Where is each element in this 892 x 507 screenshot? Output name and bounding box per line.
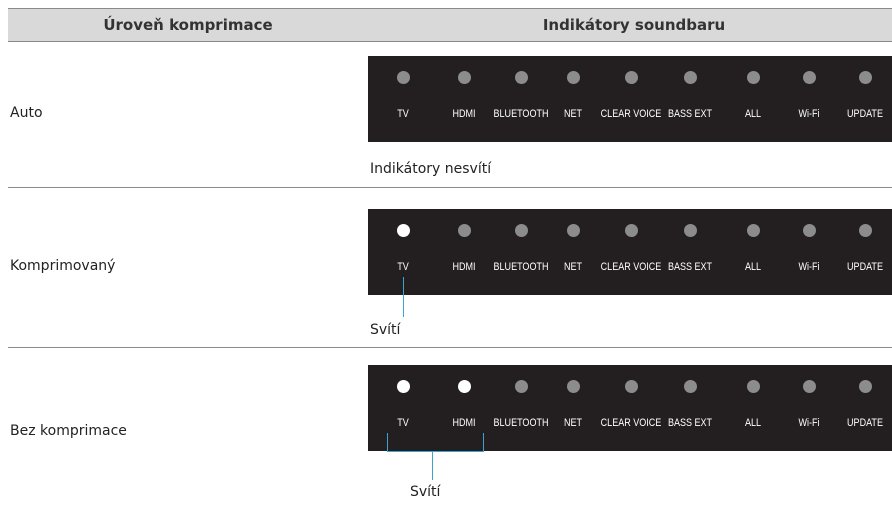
led-tv-icon [396,71,410,84]
indicator-panel-auto: TV HDMI BLUETOOTH NET CLEAR VOICE BASS EXT ALL… [368,56,892,142]
led-hdmi-icon [457,380,471,393]
led-wi-fi-icon [802,380,816,393]
indicator-label-clear-voice: CLEAR VOICE [600,261,662,273]
led-wi-fi-icon [802,224,816,237]
callout-bracket-left [387,433,388,451]
indicator-label-bluetooth: BLUETOOTH [493,261,549,273]
led-clear-voice-icon [624,71,638,84]
indicator-label-update: UPDATE [847,108,883,120]
led-bluetooth-icon [514,224,528,237]
led-all-icon [746,380,760,393]
led-bass-ext-icon [683,380,697,393]
indicator-label-all: ALL [744,261,762,273]
callout-line [403,277,404,317]
callout-bracket-right [483,433,484,451]
indicator-label-hdmi: HDMI [452,108,476,120]
led-clear-voice-icon [624,380,638,393]
indicator-label-update: UPDATE [847,417,883,429]
led-net-icon [566,224,580,237]
led-tv-icon [396,380,410,393]
indicator-label-clear-voice: CLEAR VOICE [600,417,662,429]
led-bluetooth-icon [514,71,528,84]
callout-bracket-stem [432,451,433,480]
indicator-label-tv: TV [397,108,409,120]
led-net-icon [566,71,580,84]
note-lit: Svítí [410,484,441,500]
led-hdmi-icon [457,224,471,237]
led-bluetooth-icon [514,380,528,393]
led-wi-fi-icon [802,71,816,84]
led-clear-voice-icon [624,224,638,237]
indicator-label-bass-ext: BASS EXT [667,417,713,429]
indicator-label-wi-fi: Wi-Fi [798,108,820,120]
row-divider [8,347,892,348]
led-hdmi-icon [457,71,471,84]
led-tv-icon [396,224,410,237]
led-bass-ext-icon [683,224,697,237]
indicator-label-wi-fi: Wi-Fi [798,417,820,429]
note-indicators-off: Indikátory nesvítí [370,161,492,177]
led-bass-ext-icon [683,71,697,84]
level-compressed-label: Komprimovaný [10,258,116,274]
indicator-panel-compressed: TV HDMI BLUETOOTH NET CLEAR VOICE BASS EXT ALL… [368,209,892,295]
indicator-label-tv: TV [397,261,409,273]
level-auto-label: Auto [10,105,43,121]
indicator-label-wi-fi: Wi-Fi [798,261,820,273]
column-header-compression-level: Úroveň komprimace [103,16,273,34]
indicator-label-tv: TV [397,417,409,429]
indicator-label-update: UPDATE [847,261,883,273]
table-header: Úroveň komprimace Indikátory soundbaru [8,8,892,42]
led-all-icon [746,71,760,84]
note-lit: Svítí [370,322,401,338]
indicator-label-bass-ext: BASS EXT [667,108,713,120]
indicator-label-hdmi: HDMI [452,261,476,273]
indicator-panel-uncompressed: TV HDMI BLUETOOTH NET CLEAR VOICE BASS EXT ALL… [368,365,892,451]
indicator-label-bass-ext: BASS EXT [667,261,713,273]
indicator-label-net: NET [563,108,583,120]
indicator-label-net: NET [563,417,583,429]
callout-bracket-bottom [387,451,484,452]
indicator-label-bluetooth: BLUETOOTH [493,108,549,120]
column-header-soundbar-indicators: Indikátory soundbaru [542,16,726,34]
row-divider [8,187,892,188]
led-update-icon [858,71,872,84]
indicator-label-all: ALL [744,108,762,120]
led-all-icon [746,224,760,237]
led-update-icon [858,224,872,237]
level-uncompressed-label: Bez komprimace [10,423,127,439]
indicator-label-net: NET [563,261,583,273]
indicator-label-all: ALL [744,417,762,429]
indicator-label-hdmi: HDMI [452,417,476,429]
led-update-icon [858,380,872,393]
indicator-label-bluetooth: BLUETOOTH [493,417,549,429]
indicator-label-clear-voice: CLEAR VOICE [600,108,662,120]
led-net-icon [566,380,580,393]
